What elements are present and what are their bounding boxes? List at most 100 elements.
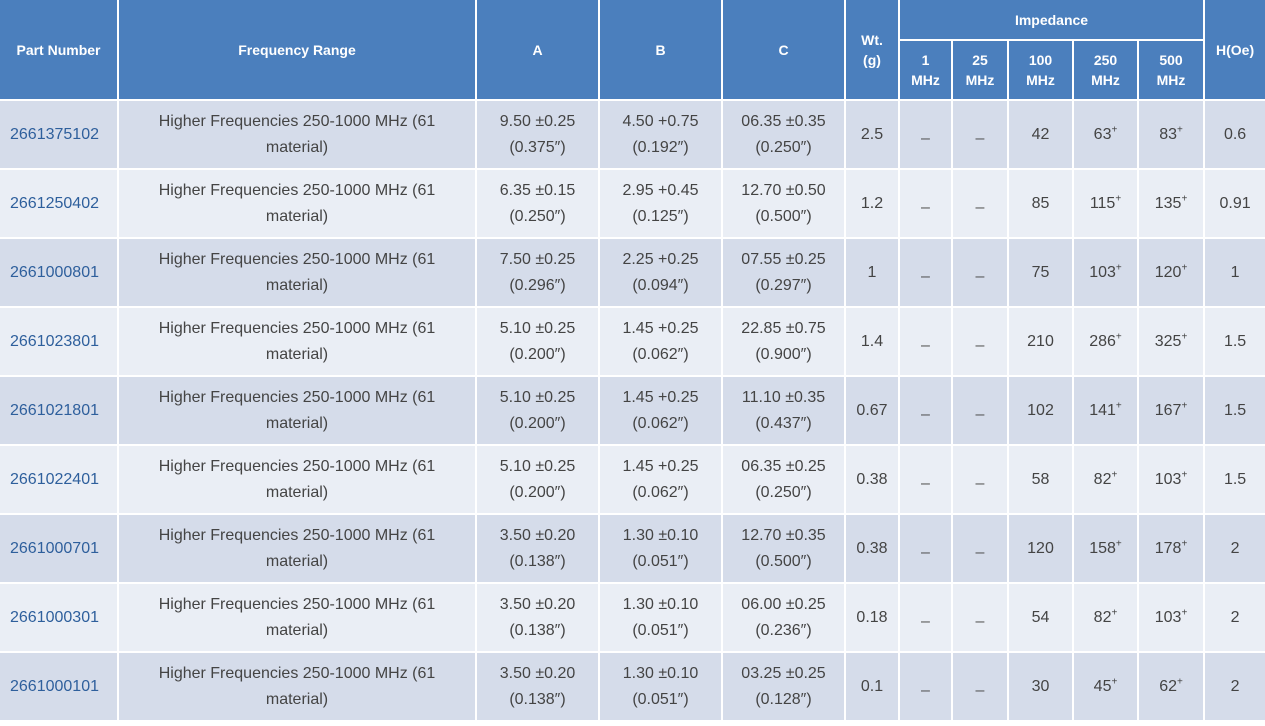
impedance-1mhz-cell: – [898, 237, 953, 308]
dimension-a-inch: (0.375″) [509, 138, 566, 156]
dimension-b-mm: 1.30 ±0.10 [622, 595, 699, 613]
dimension-a-inch: (0.138″) [509, 552, 566, 570]
part-number-cell: 2661021801 [0, 375, 119, 446]
frequency-range-text: Higher Frequencies 250-1000 MHz (61 [158, 250, 436, 268]
impedance-250mhz-value: 82 [1093, 470, 1112, 488]
header-part-number: Part Number [0, 0, 119, 101]
part-number-link[interactable]: 2661000301 [10, 609, 99, 626]
dimension-c-cell: 06.35 ±0.25 (0.250″) [721, 444, 846, 515]
impedance-100mhz-cell: 58 [1007, 444, 1074, 515]
impedance-500mhz-cell: 103+ [1136, 444, 1206, 515]
impedance-250mhz-mark: + [1115, 262, 1122, 274]
table-body: 2661375102 Higher Frequencies 250-1000 M… [0, 99, 1265, 722]
impedance-250mhz-cell: 63+ [1072, 99, 1139, 170]
header-weight-unit: (g) [863, 51, 881, 68]
impedance-500mhz-mark: + [1181, 400, 1188, 412]
dimension-c-cell: 22.85 ±0.75 (0.900″) [721, 306, 846, 377]
dimension-b-inch: (0.051″) [632, 621, 689, 639]
impedance-500mhz-value: 178 [1154, 539, 1182, 557]
dimension-a-cell: 9.50 ±0.25 (0.375″) [475, 99, 600, 170]
dimension-a-inch: (0.200″) [509, 483, 566, 501]
impedance-25mhz-cell: – [951, 582, 1009, 653]
part-number-link[interactable]: 2661022401 [10, 471, 99, 488]
dimension-b-mm: 1.45 +0.25 [622, 388, 699, 406]
dimension-b-inch: (0.125″) [632, 207, 689, 225]
impedance-250mhz-value: 286 [1089, 332, 1116, 350]
part-number-link[interactable]: 2661250402 [10, 195, 99, 212]
dimension-b-mm: 4.50 +0.75 [622, 112, 699, 130]
table-header: Part Number Frequency Range A B C Wt. (g… [0, 0, 1265, 101]
impedance-250mhz-mark: + [1111, 676, 1118, 688]
header-impedance-1mhz: 1 MHz [898, 39, 953, 101]
impedance-250mhz-value: 45 [1093, 677, 1112, 695]
impedance-250mhz-mark: + [1111, 607, 1118, 619]
dimension-c-mm: 22.85 ±0.75 [741, 319, 826, 337]
part-number-cell: 2661000701 [0, 513, 119, 584]
impedance-500mhz-value: 62 [1159, 677, 1177, 695]
impedance-250mhz-value: 103 [1089, 263, 1116, 281]
dimension-c-mm: 12.70 ±0.50 [741, 181, 826, 199]
dimension-b-cell: 2.95 +0.45 (0.125″) [598, 168, 723, 239]
dimension-a-inch: (0.296″) [509, 276, 566, 294]
impedance-500mhz-cell: 135+ [1136, 168, 1206, 239]
dimension-b-cell: 4.50 +0.75 (0.192″) [598, 99, 723, 170]
frequency-range-cell: Higher Frequencies 250-1000 MHz (61 mater… [117, 513, 477, 584]
frequency-range-text: Higher Frequencies 250-1000 MHz (61 [158, 526, 436, 544]
dimension-a-inch: (0.200″) [509, 414, 566, 432]
impedance-500mhz-mark: + [1177, 124, 1183, 136]
impedance-250mhz-value: 82 [1093, 608, 1112, 626]
dimension-a-cell: 5.10 ±0.25 (0.200″) [475, 375, 600, 446]
dimension-b-cell: 1.30 ±0.10 (0.051″) [598, 513, 723, 584]
dimension-b-mm: 1.30 ±0.10 [622, 526, 699, 544]
part-number-link[interactable]: 2661000101 [10, 678, 99, 695]
part-number-link[interactable]: 2661000701 [10, 540, 99, 557]
impedance-25mhz-value: – [975, 474, 985, 492]
impedance-1mhz-value: – [921, 267, 930, 285]
part-number-link[interactable]: 2661023801 [10, 333, 99, 350]
header-a: A [475, 0, 600, 101]
dimension-b-mm: 2.95 +0.45 [622, 181, 699, 199]
impedance-25mhz-cell: – [951, 651, 1009, 722]
dimension-b-cell: 1.30 ±0.10 (0.051″) [598, 651, 723, 722]
impedance-1mhz-value: – [921, 543, 930, 561]
dimension-b-mm: 1.45 +0.25 [622, 457, 699, 475]
part-number-cell: 2661250402 [0, 168, 119, 239]
part-number-link[interactable]: 2661375102 [10, 126, 99, 143]
impedance-250mhz-cell: 286+ [1072, 306, 1139, 377]
header-impedance-1mhz-value: 1 [921, 52, 930, 68]
header-impedance-25mhz-value: 25 [972, 52, 988, 68]
impedance-1mhz-value: – [921, 336, 930, 354]
dimension-a-mm: 3.50 ±0.20 [499, 526, 576, 544]
dimension-a-mm: 5.10 ±0.25 [499, 457, 576, 475]
header-impedance-250mhz: 250 MHz [1072, 39, 1139, 101]
weight-cell: 0.38 [844, 444, 900, 515]
dimension-c-cell: 07.55 ±0.25 (0.297″) [721, 237, 846, 308]
dimension-a-inch: (0.138″) [509, 621, 566, 639]
h-oe-cell: 2 [1203, 582, 1265, 653]
part-number-link[interactable]: 2661021801 [10, 402, 99, 419]
frequency-range-material: material) [265, 552, 329, 570]
header-impedance-500mhz-unit: MHz [1156, 72, 1186, 88]
dimension-c-inch: (0.297″) [755, 276, 812, 294]
header-weight-label: Wt. [861, 31, 883, 48]
dimension-c-cell: 06.35 ±0.35 (0.250″) [721, 99, 846, 170]
frequency-range-material: material) [265, 207, 329, 225]
impedance-100mhz-cell: 30 [1007, 651, 1074, 722]
table-row: 2661000701 Higher Frequencies 250-1000 M… [0, 513, 1265, 584]
frequency-range-text: Higher Frequencies 250-1000 MHz (61 [158, 181, 436, 199]
table-row: 2661023801 Higher Frequencies 250-1000 M… [0, 306, 1265, 377]
dimension-a-inch: (0.250″) [509, 207, 566, 225]
table-row: 2661000801 Higher Frequencies 250-1000 M… [0, 237, 1265, 308]
dimension-b-inch: (0.094″) [632, 276, 689, 294]
impedance-25mhz-cell: – [951, 168, 1009, 239]
part-number-link[interactable]: 2661000801 [10, 264, 99, 281]
frequency-range-material: material) [265, 621, 329, 639]
impedance-500mhz-value: 83 [1159, 125, 1177, 143]
impedance-100mhz-cell: 102 [1007, 375, 1074, 446]
impedance-25mhz-value: – [975, 267, 985, 285]
impedance-1mhz-cell: – [898, 306, 953, 377]
frequency-range-text: Higher Frequencies 250-1000 MHz (61 [158, 388, 436, 406]
impedance-500mhz-mark: + [1181, 607, 1188, 619]
part-number-cell: 2661000801 [0, 237, 119, 308]
header-impedance-500mhz-value: 500 [1159, 52, 1183, 68]
